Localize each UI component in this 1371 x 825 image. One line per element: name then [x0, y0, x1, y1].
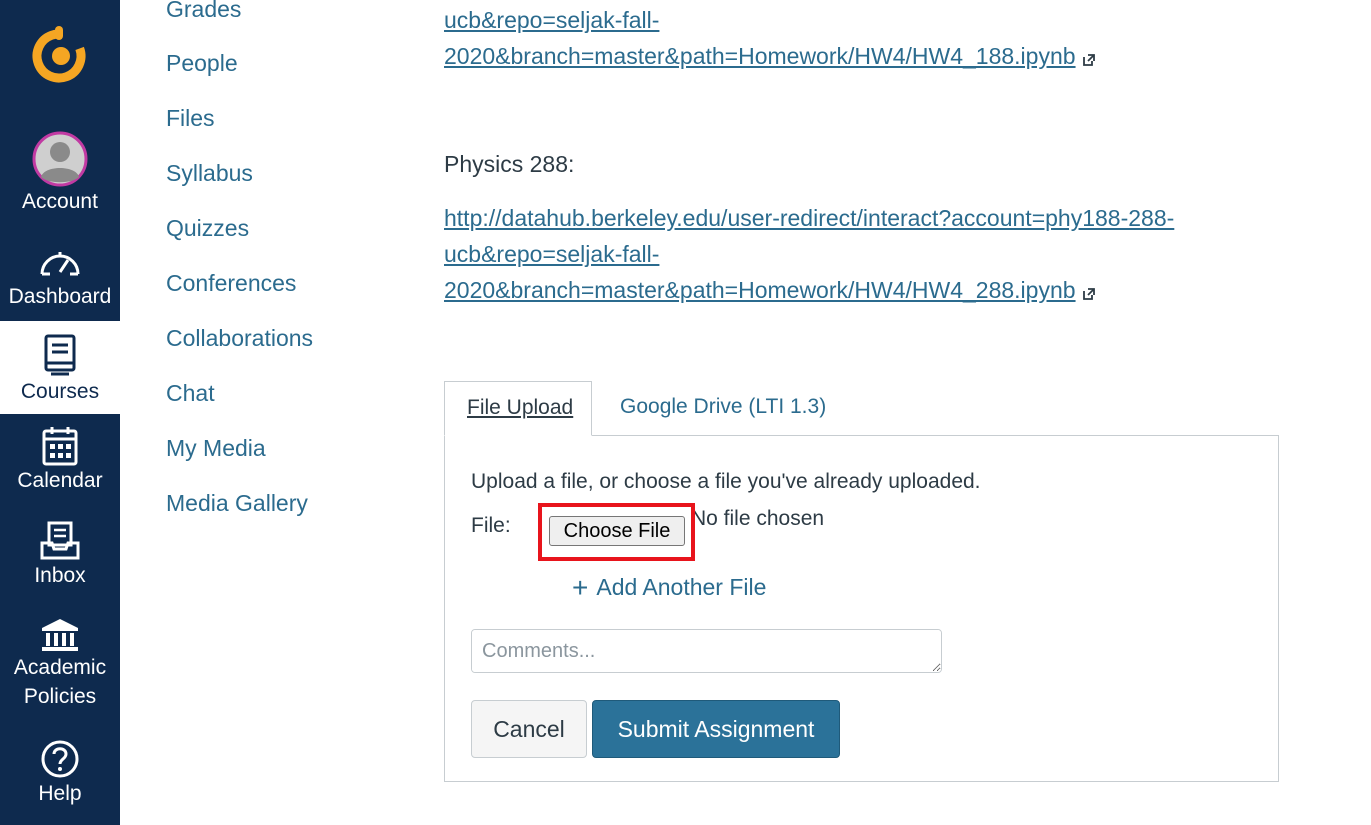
tab-file-upload[interactable]: File Upload [444, 381, 592, 436]
external-link-icon [1082, 287, 1095, 300]
cancel-button[interactable]: Cancel [471, 700, 587, 758]
nav-academic-policies-label-2: Policies [23, 685, 97, 708]
course-nav-quizzes[interactable]: Quizzes [166, 213, 249, 243]
no-file-chosen-text: No file chosen [691, 507, 825, 530]
nav-account-label: Account [22, 190, 98, 213]
course-nav-media-gallery[interactable]: Media Gallery [166, 488, 308, 518]
course-nav-collaborations[interactable]: Collaborations [166, 323, 313, 353]
course-nav-chat[interactable]: Chat [166, 378, 215, 408]
hw4-288-link-line1[interactable]: http://datahub.berkeley.edu/user-redirec… [444, 205, 1174, 231]
submit-assignment-button[interactable]: Submit Assignment [592, 700, 840, 758]
speedometer-icon [40, 252, 80, 276]
nav-calendar-label: Calendar [17, 469, 103, 492]
course-nav-my-media[interactable]: My Media [166, 433, 266, 463]
book-icon [44, 334, 76, 376]
hw4-188-link-line2[interactable]: 2020&branch=master&path=Homework/HW4/HW4… [444, 43, 1076, 69]
nav-academic-policies-label-1: Academic [13, 656, 107, 679]
nav-courses-label: Courses [20, 380, 100, 403]
nav-help[interactable]: Help [0, 739, 120, 808]
nav-academic-policies[interactable]: Academic Policies [0, 617, 120, 711]
hw4-288-link-line3[interactable]: 2020&branch=master&path=Homework/HW4/HW4… [444, 277, 1076, 303]
avatar-icon [32, 131, 88, 187]
upload-instructions: Upload a file, or choose a file you've a… [471, 470, 981, 493]
plus-icon: + [572, 572, 589, 603]
add-another-file-link[interactable]: + Add Another File [572, 572, 766, 604]
nav-dashboard-label: Dashboard [8, 285, 112, 308]
physics-288-heading: Physics 288: [444, 151, 575, 177]
hw4-288-link-line2[interactable]: ucb&repo=seljak-fall- [444, 241, 659, 267]
nav-dashboard[interactable]: Dashboard [0, 244, 120, 311]
nav-inbox[interactable]: Inbox [0, 521, 120, 590]
nav-courses[interactable]: Courses [0, 321, 120, 414]
hw4-288-link[interactable]: http://datahub.berkeley.edu/user-redirec… [444, 200, 1244, 308]
canvas-logo-icon[interactable] [29, 22, 89, 86]
hw4-188-link-line1[interactable]: ucb&repo=seljak-fall- [444, 7, 659, 33]
choose-file-button[interactable]: Choose File [549, 516, 685, 546]
course-nav-syllabus[interactable]: Syllabus [166, 158, 253, 188]
nav-inbox-label: Inbox [34, 564, 86, 587]
global-nav: Account Dashboard Courses Calendar Inbox… [0, 0, 120, 825]
file-upload-panel: Upload a file, or choose a file you've a… [444, 435, 1279, 782]
tab-google-drive[interactable]: Google Drive (LTI 1.3) [620, 395, 826, 419]
nav-calendar[interactable]: Calendar [0, 426, 120, 495]
course-nav-people[interactable]: People [166, 48, 238, 78]
hw4-188-link[interactable]: ucb&repo=seljak-fall- 2020&branch=master… [444, 2, 1244, 74]
nav-account[interactable]: Account [0, 131, 120, 216]
nav-help-label: Help [38, 782, 82, 805]
course-nav-conferences[interactable]: Conferences [166, 268, 296, 298]
tab-file-upload-label: File Upload [467, 396, 574, 419]
external-link-icon [1082, 53, 1095, 66]
calendar-icon [42, 427, 78, 466]
add-another-file-label: Add Another File [596, 574, 767, 600]
file-label: File: [471, 514, 511, 537]
course-nav-grades[interactable]: Grades [166, 0, 241, 24]
help-icon [41, 740, 79, 778]
inbox-icon [40, 521, 80, 560]
comments-input[interactable] [471, 629, 942, 673]
course-nav-files[interactable]: Files [166, 103, 215, 133]
institution-icon [42, 619, 78, 651]
